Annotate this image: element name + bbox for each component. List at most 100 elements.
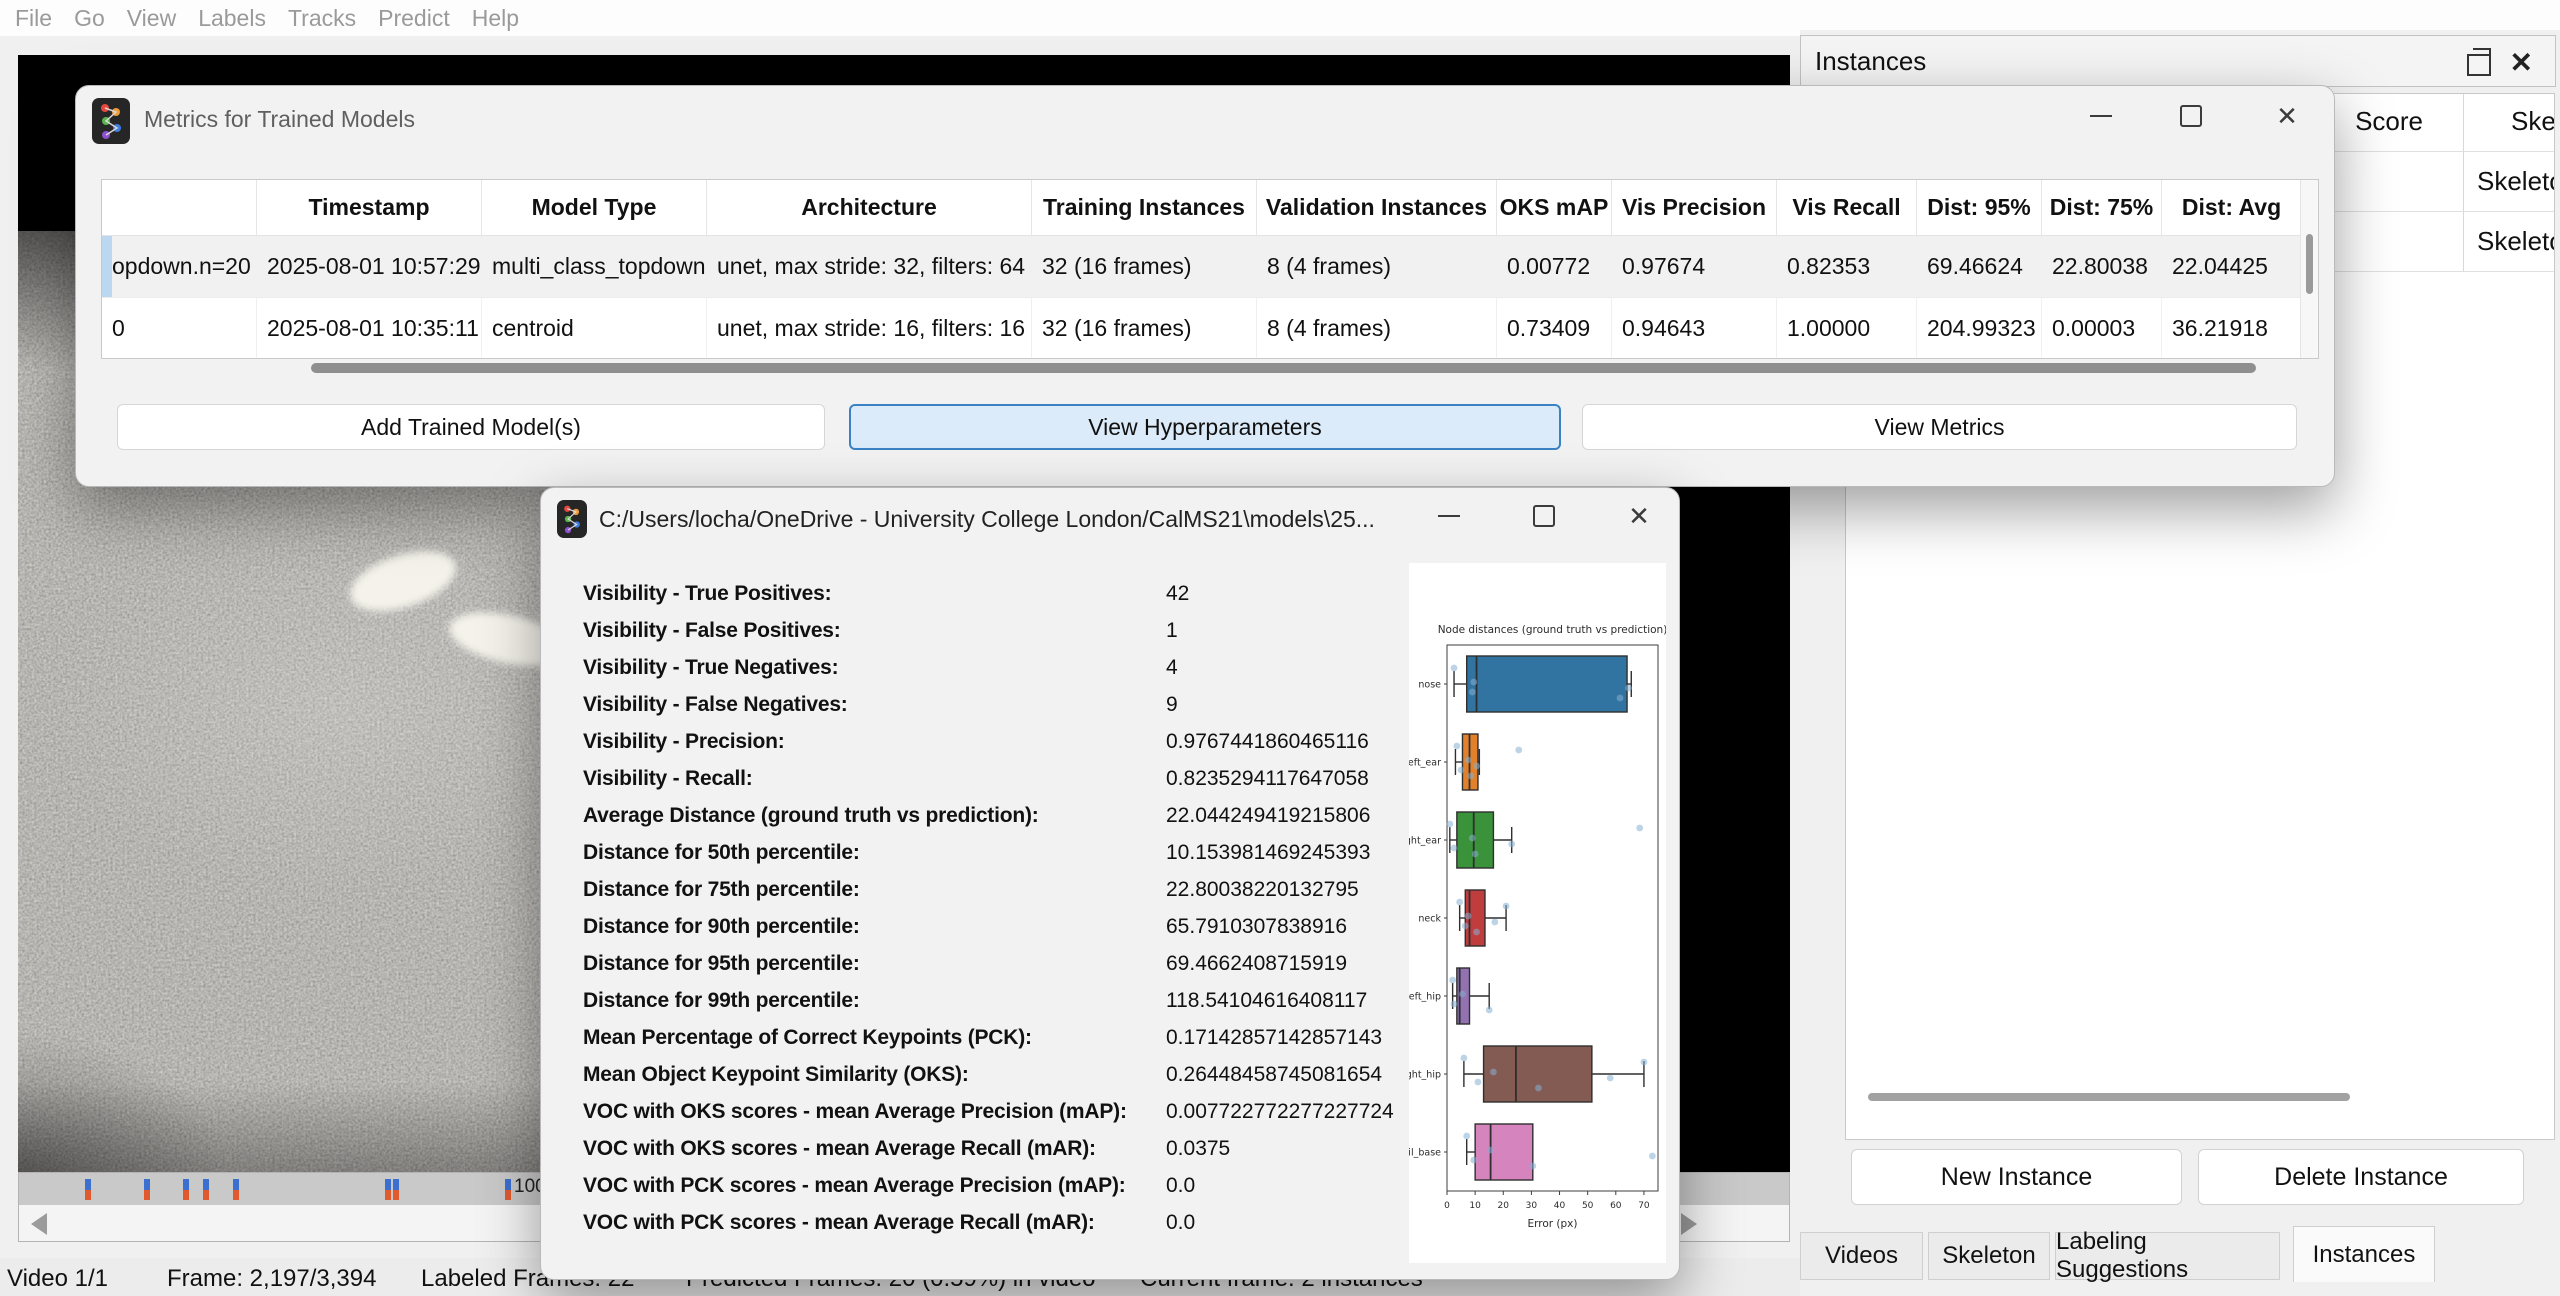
menu-help[interactable]: Help: [461, 5, 530, 32]
minimize-icon[interactable]: [1419, 494, 1479, 538]
instance-row-skeleton[interactable]: Skeleton: [2477, 226, 2555, 257]
column-header-Dist: Avg[interactable]: Dist: Avg: [2162, 180, 2302, 235]
model-cell: 0: [102, 298, 257, 359]
instances-panel-title: Instances ✕: [1800, 35, 2556, 87]
dock-tabs: VideosSkeletonLabeling Suggestions Instan…: [1800, 1226, 2560, 1286]
status-item: Frame: 2,197/3,394: [167, 1265, 376, 1293]
menu-predict[interactable]: Predict: [367, 5, 461, 32]
model-cell: 0.00003: [2042, 298, 2162, 359]
metric-row: Distance for 95th percentile:69.46624087…: [583, 946, 1393, 983]
metric-label: VOC with PCK scores - mean Average Recal…: [583, 1211, 1095, 1235]
models-dialog: Metrics for Trained Models ✕ TimestampMo…: [75, 85, 2335, 487]
menu-labels[interactable]: Labels: [187, 5, 277, 32]
column-header-name[interactable]: [102, 180, 257, 235]
svg-text:left_ear: left_ear: [1409, 758, 1441, 769]
column-header-Training Instances[interactable]: Training Instances: [1032, 180, 1257, 235]
status-item: Video 1/1: [7, 1265, 108, 1293]
sleap-app-icon: [92, 98, 130, 144]
model-cell: unet, max stride: 16, filters: 16: [707, 298, 1032, 359]
column-header-Validation Instances[interactable]: Validation Instances: [1257, 180, 1497, 235]
metric-value: 65.7910307838916: [1166, 915, 1347, 939]
model-cell: 0.97674: [1612, 236, 1777, 297]
tab-videos[interactable]: Videos: [1800, 1232, 1923, 1280]
metric-row: Visibility - True Positives:42: [583, 576, 1393, 613]
metric-label: Visibility - Precision:: [583, 730, 785, 754]
svg-text:Node distances (ground truth v: Node distances (ground truth vs predicti…: [1438, 624, 1666, 636]
models-table[interactable]: TimestampModel TypeArchitectureTraining …: [101, 179, 2319, 359]
metric-row: Distance for 90th percentile:65.79103078…: [583, 909, 1393, 946]
metric-row: Visibility - Precision: 0.976744186046511…: [583, 724, 1393, 761]
column-header-Architecture[interactable]: Architecture: [707, 180, 1032, 235]
model-row-1[interactable]: 02025-08-01 10:35:11centroidunet, max st…: [102, 298, 2318, 359]
metric-label: Distance for 95th percentile:: [583, 952, 860, 976]
svg-text:right_ear: right_ear: [1409, 836, 1441, 847]
metric-value: 0.9767441860465116: [1166, 730, 1369, 754]
model-cell: 32 (16 frames): [1032, 298, 1257, 359]
labeled-frame-mark: [393, 1179, 399, 1200]
menu-tracks[interactable]: Tracks: [277, 5, 367, 32]
scroll-left-icon[interactable]: [31, 1213, 47, 1235]
column-header-Model Type[interactable]: Model Type: [482, 180, 707, 235]
maximize-icon[interactable]: [2161, 94, 2221, 138]
close-icon[interactable]: ✕: [1609, 494, 1669, 538]
svg-text:40: 40: [1554, 1201, 1566, 1211]
column-header-OKS mAP[interactable]: OKS mAP: [1497, 180, 1612, 235]
add-trained-models-button[interactable]: Add Trained Model(s): [117, 404, 825, 450]
metric-row: Visibility - False Positives:1: [583, 613, 1393, 650]
column-header-Timestamp[interactable]: Timestamp: [257, 180, 482, 235]
column-header-Dist: 75%[interactable]: Dist: 75%: [2042, 180, 2162, 235]
maximize-icon[interactable]: [1514, 494, 1574, 538]
column-header-skeleton[interactable]: Skeleton: [2511, 106, 2555, 137]
metric-row: Distance for 50th percentile:10.15398146…: [583, 835, 1393, 872]
float-panel-icon[interactable]: [2467, 54, 2491, 76]
model-cell: 2025-08-01 10:35:11: [257, 298, 482, 359]
menu-go[interactable]: Go: [63, 5, 116, 32]
metric-value: 22.044249419215806: [1166, 804, 1370, 828]
model-cell: centroid: [482, 298, 707, 359]
model-cell: multi_class_topdown: [482, 236, 707, 297]
instances-table-hscrollbar[interactable]: [1868, 1093, 2350, 1101]
svg-text:70: 70: [1638, 1201, 1650, 1211]
view-metrics-button[interactable]: View Metrics: [1582, 404, 2297, 450]
labeled-frame-mark: [505, 1179, 511, 1200]
metric-value: 42: [1166, 582, 1189, 606]
column-header-Vis Precision[interactable]: Vis Precision: [1612, 180, 1777, 235]
metric-value: 0.26448458745081654: [1166, 1063, 1382, 1087]
tab-skeleton[interactable]: Skeleton: [1928, 1232, 2050, 1280]
metric-value: 9: [1166, 693, 1178, 717]
labeled-frame-mark: [85, 1179, 91, 1200]
model-cell: 0.00772: [1497, 236, 1612, 297]
model-row-0[interactable]: opdown.n=202025-08-01 10:57:29multi_clas…: [102, 236, 2318, 298]
metric-row: VOC with PCK scores - mean Average Preci…: [583, 1168, 1393, 1205]
tab-instances[interactable]: Instances: [2293, 1226, 2435, 1282]
svg-text:60: 60: [1610, 1201, 1622, 1211]
close-icon[interactable]: ✕: [2257, 94, 2317, 138]
minimize-icon[interactable]: [2071, 94, 2131, 138]
metric-value: 0.17142857142857143: [1166, 1026, 1382, 1050]
dialog-title: C:/Users/locha/OneDrive - University Col…: [599, 506, 1375, 533]
models-table-hscrollbar[interactable]: [311, 363, 2256, 373]
new-instance-button[interactable]: New Instance: [1851, 1149, 2182, 1205]
metric-label: VOC with OKS scores - mean Average Preci…: [583, 1100, 1127, 1124]
metric-value: 0.0: [1166, 1211, 1195, 1235]
column-header-Dist: 95%[interactable]: Dist: 95%: [1917, 180, 2042, 235]
metric-row: VOC with OKS scores - mean Average Preci…: [583, 1094, 1393, 1131]
models-table-vscrollbar[interactable]: [2300, 180, 2318, 358]
instance-row-skeleton[interactable]: Skeleton: [2477, 166, 2555, 197]
menu-file[interactable]: File: [4, 5, 63, 32]
close-panel-icon[interactable]: ✕: [2510, 46, 2533, 80]
metric-row: Visibility - False Negatives:9: [583, 687, 1393, 724]
column-header-Vis Recall[interactable]: Vis Recall: [1777, 180, 1917, 235]
tab-labeling-suggestions[interactable]: Labeling Suggestions: [2055, 1232, 2280, 1280]
metric-row: VOC with OKS scores - mean Average Recal…: [583, 1131, 1393, 1168]
delete-instance-button[interactable]: Delete Instance: [2198, 1149, 2524, 1205]
menu-view[interactable]: View: [116, 5, 187, 32]
labeled-frame-mark: [183, 1179, 189, 1200]
labeled-frame-mark: [385, 1179, 391, 1200]
metric-label: Distance for 99th percentile:: [583, 989, 860, 1013]
vscrollbar-thumb[interactable]: [2306, 234, 2313, 294]
scroll-right-icon[interactable]: [1681, 1213, 1697, 1235]
view-hyperparameters-button[interactable]: View Hyperparameters: [849, 404, 1561, 450]
labeled-frame-mark: [144, 1179, 150, 1200]
svg-text:20: 20: [1498, 1201, 1510, 1211]
